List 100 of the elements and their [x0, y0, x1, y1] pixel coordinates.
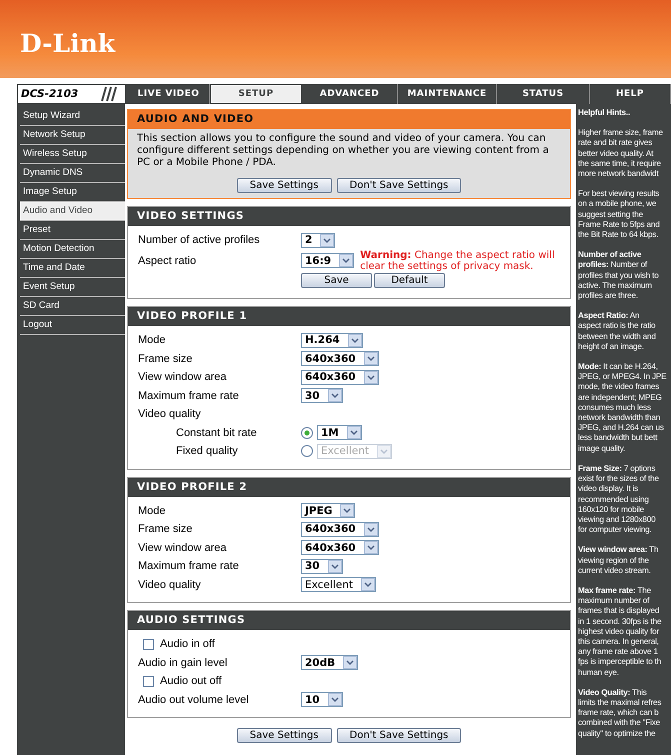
help-text-line: profiles: Number of [578, 260, 648, 271]
help-text-line: less bandwidth but bett [578, 433, 658, 444]
action-button[interactable]: Save [301, 273, 372, 288]
intro-text: This section allows you to configure the sound and video of your camera. You can configure different settings depending on whether you are viewing content from a PC or a Mobile Phone / PDA. [136, 132, 550, 169]
field-label: View window area [138, 371, 228, 384]
action-button[interactable]: Don't Save Settings [336, 178, 462, 193]
section-title: VIDEO SETTINGS [128, 207, 570, 226]
help-text-line: frames that is displayed [578, 606, 660, 617]
field-label: Mode [138, 504, 167, 517]
checkbox-label: Audio out off [160, 675, 222, 688]
help-text-line: image quality. [578, 444, 626, 454]
field-label: Number of active profiles [138, 234, 261, 246]
sidebar-item[interactable]: Preset [20, 221, 125, 240]
help-text-line: limits the maximal refres [578, 698, 662, 708]
sidebar-item[interactable]: SD Card [20, 297, 125, 316]
field-label: Fixed quality [175, 445, 239, 458]
help-text-line: video display. It is [578, 484, 640, 494]
help-text-line: more network bandwidt [578, 169, 660, 180]
dropdown[interactable]: 640x360 [301, 370, 379, 385]
field-label: Video quality [138, 578, 202, 591]
help-text-line: on a mobile phone, we [578, 199, 658, 210]
dropdown[interactable]: 2 [301, 232, 336, 248]
help-text-line: maximum number of [578, 596, 650, 606]
help-text-line: recommended using [578, 494, 650, 505]
help-text-line: exist for the sizes of the [578, 474, 660, 484]
field-label: Video quality [138, 408, 202, 420]
dropdown[interactable]: H.264 [301, 332, 363, 348]
help-text-line: Video Quality: This [578, 688, 648, 698]
help-text-line: Higher frame size, frame [578, 128, 664, 138]
help-text-line: mode, the video frames [578, 382, 660, 393]
sidebar-item[interactable]: Setup Wizard [20, 107, 125, 126]
checkbox[interactable] [143, 638, 154, 650]
dropdown[interactable]: 1M [317, 425, 362, 440]
section-title: AUDIO SETTINGS [128, 611, 570, 630]
dropdown[interactable]: 30 [301, 558, 343, 574]
dropdown[interactable]: 10 [301, 692, 343, 708]
checkbox[interactable] [143, 676, 154, 687]
help-text-line: this camera. In general, [578, 636, 660, 648]
field-label: Aspect ratio [138, 254, 198, 266]
brand-logo: D-Link [20, 28, 116, 58]
help-text-line: 160x120 for mobile [578, 504, 646, 515]
dropdown[interactable]: 640x360 [301, 522, 379, 537]
sidebar-item[interactable]: Wireless Setup [20, 145, 125, 164]
help-text-line: aspect ratio is the ratio [578, 321, 656, 332]
section-title: AUDIO AND VIDEO [128, 110, 570, 129]
help-text-line: are independent; MPEG [578, 392, 663, 403]
sidebar-item[interactable]: Logout [20, 316, 125, 335]
help-text-line: viewing region of the [578, 556, 650, 566]
dropdown[interactable]: JPEG [301, 503, 356, 518]
help-text-line: rate and bit rate gives [578, 138, 654, 149]
help-text-line: combined with the "Fixe [578, 718, 662, 729]
help-text-line: frame rate, which can b [578, 708, 660, 718]
dropdown[interactable]: 30 [301, 388, 343, 404]
sidebar-item[interactable]: Time and Date [20, 259, 125, 278]
radio-button[interactable] [301, 426, 313, 439]
action-button[interactable]: Save Settings [236, 728, 332, 743]
help-text-line: highest video quality for [578, 626, 660, 637]
help-text-line: any frame rate above 1 [578, 647, 659, 658]
help-text-line: profiles that you wish to [578, 270, 660, 281]
field-label: Frame size [138, 352, 194, 365]
warning-text: Warning: Change the aspect ratio will clear the settings of privacy mask. [360, 250, 556, 272]
field-label: Audio in gain level [138, 656, 228, 669]
help-text-line: JPEG, or MPEG4. In JPE [578, 372, 668, 382]
help-text-line: height of an image. [578, 342, 645, 352]
help-title: Helpful Hints.. [578, 108, 632, 118]
help-text-line: fps is imperceptible to th [578, 657, 662, 668]
sidebar-item[interactable]: Event Setup [20, 278, 125, 297]
help-text-line: Mode: It can be H.264, [578, 362, 659, 372]
help-text-line: View window area: Th [578, 545, 660, 556]
sidebar-item[interactable]: Audio and Video [20, 202, 125, 221]
dropdown[interactable]: 640x360 [301, 351, 379, 366]
section-title: VIDEO PROFILE 2 [128, 478, 570, 496]
help-text-line: better video quality. At [578, 148, 654, 159]
help-text-line: the Bit Rate to 64 kbps. [578, 230, 660, 240]
sidebar-item[interactable]: Dynamic DNS [20, 164, 125, 183]
help-text-line: Number of active [578, 250, 642, 260]
model-name: DCS-2103 [17, 84, 92, 104]
help-text-line: consumes much less [578, 402, 652, 414]
help-text-line: Aspect Ratio: An [578, 311, 640, 322]
action-button[interactable]: Default [374, 273, 445, 288]
field-label: Maximum frame rate [138, 560, 240, 572]
field-label: Frame size [138, 523, 194, 536]
action-button[interactable]: Save Settings [236, 178, 332, 193]
dropdown[interactable]: 20dB [301, 655, 358, 670]
help-text-line: profiles are three. [578, 291, 639, 302]
sidebar-item[interactable]: Motion Detection [20, 240, 125, 259]
help-text-line: For best viewing results [578, 189, 660, 200]
help-text-line: Frame Size: 7 options [578, 464, 656, 474]
field-label: Constant bit rate [175, 426, 258, 439]
dropdown[interactable]: Excellent [301, 577, 376, 592]
sidebar-item[interactable]: Network Setup [20, 126, 125, 145]
nav-tab[interactable]: SETUP [210, 84, 302, 104]
dropdown[interactable]: 640x360 [301, 540, 379, 556]
help-text-line: quality" to optimize the [578, 728, 656, 739]
action-button[interactable]: Don't Save Settings [336, 728, 462, 743]
help-text-line: in 1 second. 30fps is the [578, 616, 662, 627]
dropdown[interactable]: 16:9 [301, 253, 354, 268]
help-text-line: human eye. [578, 668, 620, 678]
help-text-line: for computer viewing. [578, 525, 653, 536]
help-text-line: network bandwidth than [578, 413, 662, 424]
